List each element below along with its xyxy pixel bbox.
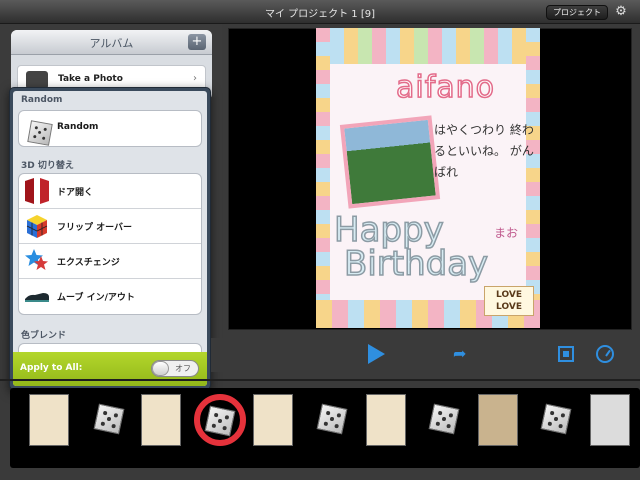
timeline-thumbnail[interactable]	[366, 394, 406, 446]
toggle-knob	[152, 361, 169, 376]
title-bar: マイ プロジェクト 1 [9] プロジェクト ⚙	[0, 0, 640, 24]
card-border	[316, 28, 330, 328]
card-photo	[339, 115, 441, 209]
move-shoe-icon	[23, 282, 51, 310]
transition-exchange[interactable]: エクスチェンジ	[19, 244, 201, 279]
section-header-3d: 3D 切り替え	[21, 161, 74, 171]
exchange-stars-icon	[23, 247, 51, 275]
album-title: アルバム	[89, 37, 134, 50]
transition-label: フリップ オーバー	[57, 223, 133, 233]
album-header: アルバム +	[11, 30, 212, 55]
divider	[0, 379, 640, 381]
chevron-right-icon: ›	[193, 73, 197, 84]
transition-popover: Random Random 3D 切り替え ドア開く フリップ オーバー エクス…	[9, 87, 211, 390]
timeline-thumbnail[interactable]	[590, 394, 630, 446]
timeline-thumbnail[interactable]	[478, 394, 518, 446]
transition-door-open[interactable]: ドア開く	[19, 174, 201, 209]
card-message-text: はやくつわり 終わるといいね。 がんばれ	[434, 123, 534, 179]
card-birthday-text: Birthday	[343, 243, 489, 285]
transition-label: ムーブ イン/アウト	[57, 293, 135, 303]
transition-random[interactable]: Random	[19, 111, 201, 146]
card-name-text: aifano	[395, 69, 496, 106]
section-header-color-blend: 色ブレンド	[21, 331, 67, 341]
window-title: マイ プロジェクト 1 [9]	[264, 9, 376, 20]
apply-to-all-toggle[interactable]: オフ	[151, 360, 199, 377]
transition-list: Random Random 3D 切り替え ドア開く フリップ オーバー エクス…	[13, 91, 207, 386]
timeline-thumbnail[interactable]	[141, 394, 181, 446]
gear-icon[interactable]: ⚙	[614, 5, 628, 19]
transition-label: Random	[57, 122, 99, 132]
preview-image: aifano はやくつわり 終わるといいね。 がんばれ Happy Birthd…	[316, 28, 540, 328]
transition-flip-over[interactable]: フリップ オーバー	[19, 209, 201, 244]
projects-button[interactable]: プロジェクト	[546, 5, 608, 20]
door-icon	[23, 177, 51, 205]
apply-to-all-label: Apply to All:	[20, 363, 83, 373]
transition-dice-icon[interactable]	[428, 403, 460, 435]
transition-label: ドア開く	[57, 188, 94, 198]
speed-dial-icon[interactable]	[596, 345, 614, 363]
transition-dice-icon[interactable]	[316, 403, 348, 435]
3d-group: ドア開く フリップ オーバー エクスチェンジ ムーブ イン/アウト	[18, 173, 202, 315]
toggle-state: オフ	[175, 364, 191, 373]
transition-dice-icon[interactable]	[540, 403, 572, 435]
card-mao-text: まお	[494, 226, 519, 240]
timeline-thumbnail[interactable]	[253, 394, 293, 446]
share-icon[interactable]: ➦	[453, 346, 473, 362]
timeline-strip[interactable]	[10, 388, 640, 468]
dice-icon	[23, 114, 53, 146]
timeline-thumbnail[interactable]	[29, 394, 69, 446]
flip-cube-icon	[23, 212, 51, 240]
transition-dice-icon[interactable]	[93, 403, 125, 435]
add-album-button[interactable]: +	[188, 34, 206, 50]
card-border	[316, 28, 540, 64]
playback-bar: ➦	[211, 338, 640, 372]
take-photo-label: Take a Photo	[58, 74, 123, 84]
transition-move-in-out[interactable]: ムーブ イン/アウト	[19, 279, 201, 314]
transition-dice-icon[interactable]	[204, 405, 236, 437]
play-icon[interactable]	[368, 344, 385, 364]
card-love-sign: LOVE LOVE	[484, 286, 534, 316]
transition-label: エクスチェンジ	[57, 258, 120, 268]
fit-screen-icon[interactable]	[558, 346, 574, 362]
section-header-random: Random	[21, 95, 63, 105]
random-group: Random	[18, 110, 202, 147]
